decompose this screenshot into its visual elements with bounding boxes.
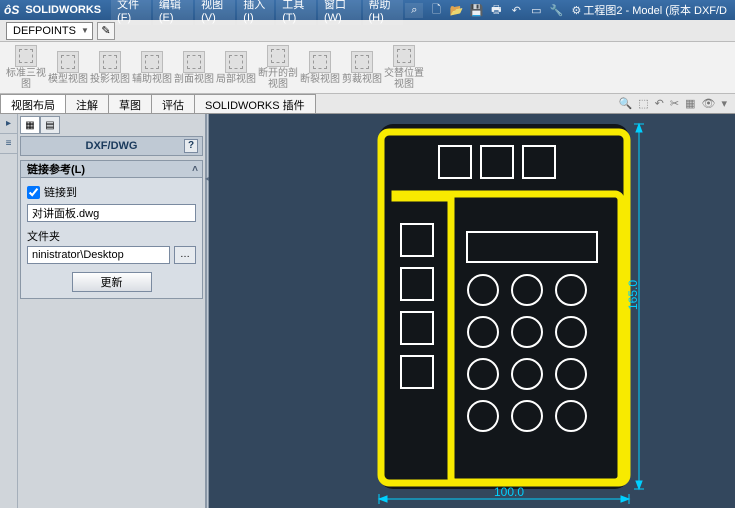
brand-name: SOLIDWORKS — [25, 4, 101, 16]
folder-label: 文件夹 — [27, 228, 196, 244]
dim-height: 165.0 — [626, 280, 640, 310]
zoom-area-icon[interactable]: ⬚ — [638, 97, 648, 110]
side-tab-fm[interactable]: ▸ — [0, 114, 17, 134]
ribbon-btn-9[interactable]: 交替位置视图 — [384, 44, 424, 91]
display-icon[interactable]: ▦ — [685, 97, 695, 110]
new-doc-icon[interactable]: 🗋 — [429, 3, 443, 17]
ribbon-btn-1[interactable]: 模型视图 — [48, 44, 88, 91]
ribbon-btn-3[interactable]: 辅助视图 — [132, 44, 172, 91]
title-bar: ôS SOLIDWORKS 文件(F) 编辑(E) 视图(V) 插入(I) 工具… — [0, 0, 735, 20]
open-icon[interactable]: 📂 — [449, 3, 463, 17]
menu-insert[interactable]: 插入(I) — [237, 0, 274, 25]
ribbon-btn-7[interactable]: 断裂视图 — [300, 44, 340, 91]
select-icon[interactable]: ▭ — [529, 3, 543, 17]
quick-access-toolbar: 🗋 📂 💾 🖶 ↶ ▭ 🔧 ⚙ — [429, 3, 583, 17]
menu-file[interactable]: 文件(F) — [111, 0, 151, 25]
menu-window[interactable]: 窗口(W) — [318, 0, 361, 25]
prev-view-icon[interactable]: ↶ — [655, 97, 664, 110]
rebuild-icon[interactable]: 🔧 — [549, 3, 563, 17]
feature-manager-panel: ▸ ≡ ▦ ▤ DXF/DWG ? 链接参考(L) ˄ 链接到 — [0, 114, 206, 508]
menu-help[interactable]: 帮助(H) — [363, 0, 404, 25]
link-file-input[interactable] — [27, 204, 196, 222]
menu-view[interactable]: 视图(V) — [195, 0, 235, 25]
tab-2[interactable]: 草图 — [108, 94, 152, 113]
view-controls: 🔍 ⬚ ↶ ✂ ▦ 👁 ▾ — [619, 94, 735, 113]
tab-0[interactable]: 视图布局 — [0, 94, 66, 113]
dim-width: 100.0 — [494, 485, 524, 499]
hide-show-icon[interactable]: 👁 — [702, 97, 716, 110]
save-icon[interactable]: 💾 — [469, 3, 483, 17]
ribbon-btn-0[interactable]: 标准三视图 — [6, 44, 46, 91]
menu-tools[interactable]: 工具(T) — [276, 0, 316, 25]
options-icon[interactable]: ⚙ — [569, 3, 583, 17]
more-icon[interactable]: ▾ — [721, 97, 727, 110]
group-title: 链接参考(L) — [27, 161, 85, 177]
undo-icon[interactable]: ↶ — [509, 3, 523, 17]
print-icon[interactable]: 🖶 — [489, 3, 503, 17]
folder-input[interactable] — [27, 246, 170, 264]
solidworks-logo: ôS — [4, 3, 19, 17]
ribbon-btn-2[interactable]: 投影视图 — [90, 44, 130, 91]
collapse-icon: ˄ — [192, 164, 198, 175]
ribbon-btn-6[interactable]: 断开的剖视图 — [258, 44, 298, 91]
menu-edit[interactable]: 编辑(E) — [153, 0, 193, 25]
link-checkbox[interactable] — [27, 186, 40, 199]
menu-search-icon[interactable]: ⌕ — [405, 3, 423, 18]
mini-tab-1[interactable]: ▦ — [20, 116, 40, 134]
tab-3[interactable]: 评估 — [151, 94, 195, 113]
ribbon-btn-4[interactable]: 剖面视图 — [174, 44, 214, 91]
group-header[interactable]: 链接参考(L) ˄ — [20, 160, 203, 178]
zoom-fit-icon[interactable]: 🔍 — [619, 97, 633, 110]
command-tabs: 视图布局注解草图评估SOLIDWORKS 插件 🔍 ⬚ ↶ ✂ ▦ 👁 ▾ — [0, 94, 735, 114]
help-icon[interactable]: ? — [184, 139, 198, 153]
tab-4[interactable]: SOLIDWORKS 插件 — [194, 94, 316, 113]
link-label: 链接到 — [44, 184, 77, 200]
ribbon-toolbar: 标准三视图模型视图投影视图辅助视图剖面视图局部视图断开的剖视图断裂视图剪裁视图交… — [0, 42, 735, 94]
cad-drawing: 100.0 165.0 — [209, 114, 735, 508]
panel-header: DXF/DWG ? — [20, 136, 203, 156]
panel-title: DXF/DWG — [86, 140, 138, 152]
ribbon-btn-8[interactable]: 剪裁视图 — [342, 44, 382, 91]
section-icon[interactable]: ✂ — [670, 97, 679, 110]
tab-1[interactable]: 注解 — [65, 94, 109, 113]
document-title: 工程图2 - Model (原本 DXF/D — [583, 2, 731, 18]
group-body: 链接到 文件夹 … 更新 — [20, 178, 203, 299]
browse-button[interactable]: … — [174, 246, 196, 264]
layer-edit-icon[interactable]: ✎ — [97, 22, 115, 40]
layer-dropdown[interactable]: DEFPOINTS — [6, 22, 93, 40]
drawing-canvas[interactable]: 100.0 165.0 — [209, 114, 735, 508]
ribbon-btn-5[interactable]: 局部视图 — [216, 44, 256, 91]
mini-tab-2[interactable]: ▤ — [40, 116, 60, 134]
side-tab-pm[interactable]: ≡ — [0, 134, 17, 154]
update-button[interactable]: 更新 — [72, 272, 152, 292]
